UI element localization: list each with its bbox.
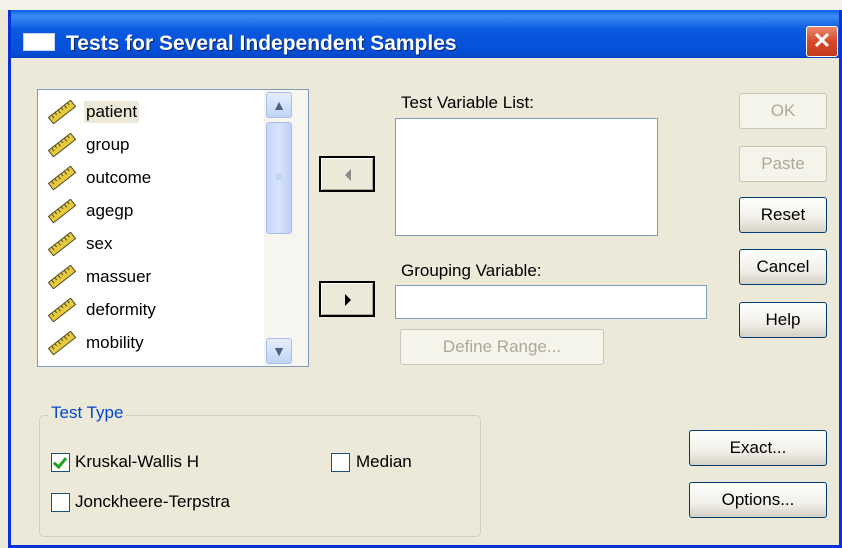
test-variable-list-label: Test Variable List:: [401, 93, 534, 112]
source-variable-list[interactable]: patient group outcome agegp sex massuer deform…: [37, 89, 309, 367]
variable-label: massuer: [86, 267, 152, 286]
ruler-scale-icon: [46, 264, 78, 290]
variable-item-outcome[interactable]: outcome: [46, 164, 276, 194]
paste-button[interactable]: Paste: [739, 146, 827, 182]
ruler-scale-icon: [46, 231, 78, 257]
ok-button[interactable]: OK: [739, 93, 827, 129]
variable-label: outcome: [86, 168, 152, 187]
close-button[interactable]: ✕: [806, 26, 838, 57]
move-to-test-list-button[interactable]: [319, 156, 375, 192]
chevron-down-icon: ▼: [272, 343, 286, 359]
scroll-down-button[interactable]: ▼: [266, 338, 292, 364]
window-title: Tests for Several Independent Samples: [66, 32, 457, 55]
variable-item-patient[interactable]: patient: [46, 98, 276, 128]
window-icon: [23, 33, 55, 51]
ruler-scale-icon: [46, 198, 78, 224]
ruler-scale-icon: [46, 297, 78, 323]
kruskal-wallis-label: Kruskal-Wallis H: [75, 452, 200, 471]
scroll-up-button[interactable]: ▲: [266, 92, 292, 118]
variable-item-massuer[interactable]: massuer: [46, 263, 276, 293]
define-range-button[interactable]: Define Range...: [400, 329, 604, 365]
test-type-title: Test Type: [48, 403, 127, 423]
grouping-variable-label: Grouping Variable:: [401, 261, 542, 280]
arrow-left-icon: [345, 169, 351, 181]
variable-item-agegp[interactable]: agegp: [46, 197, 276, 227]
checkmark-icon: [52, 453, 68, 470]
help-button[interactable]: Help: [739, 302, 827, 338]
variable-label: group: [86, 135, 130, 154]
background-strip: [0, 0, 842, 10]
variable-item-mobility[interactable]: mobility: [46, 329, 276, 359]
ruler-scale-icon: [46, 99, 78, 125]
grouping-variable-field[interactable]: [395, 285, 707, 319]
grip-icon: ≡: [275, 170, 283, 184]
test-type-group: Test Type Kruskal-Wallis H Median Jonckh…: [39, 403, 481, 537]
median-checkbox[interactable]: [331, 453, 350, 472]
dialog-window: Tests for Several Independent Samples ✕ …: [8, 10, 842, 548]
variable-label: sex: [86, 234, 113, 253]
variable-label: agegp: [86, 201, 134, 220]
jonckheere-checkbox[interactable]: [51, 493, 70, 512]
scrollbar[interactable]: ▲ ≡ ▼: [264, 90, 308, 366]
reset-button[interactable]: Reset: [739, 197, 827, 233]
variable-item-deformity[interactable]: deformity: [46, 296, 276, 326]
scroll-thumb[interactable]: ≡: [266, 122, 292, 234]
close-icon: ✕: [812, 28, 832, 53]
variable-label: deformity: [86, 300, 156, 319]
cancel-button[interactable]: Cancel: [739, 249, 827, 285]
variable-item-group[interactable]: group: [46, 131, 276, 161]
jonckheere-label: Jonckheere-Terpstra: [75, 492, 230, 511]
variable-label: patient: [84, 101, 140, 123]
test-variable-list[interactable]: [395, 118, 658, 236]
exact-button[interactable]: Exact...: [689, 430, 827, 466]
options-button[interactable]: Options...: [689, 482, 827, 518]
ruler-scale-icon: [46, 330, 78, 356]
ruler-scale-icon: [46, 132, 78, 158]
variable-label: mobility: [86, 333, 144, 352]
kruskal-wallis-checkbox[interactable]: [51, 453, 70, 472]
chevron-up-icon: ▲: [272, 97, 286, 113]
move-to-grouping-button[interactable]: [319, 281, 375, 317]
median-label: Median: [356, 452, 412, 471]
variable-item-sex[interactable]: sex: [46, 230, 276, 260]
ruler-scale-icon: [46, 165, 78, 191]
title-bar[interactable]: Tests for Several Independent Samples ✕: [11, 10, 839, 58]
arrow-right-icon: [345, 294, 351, 306]
